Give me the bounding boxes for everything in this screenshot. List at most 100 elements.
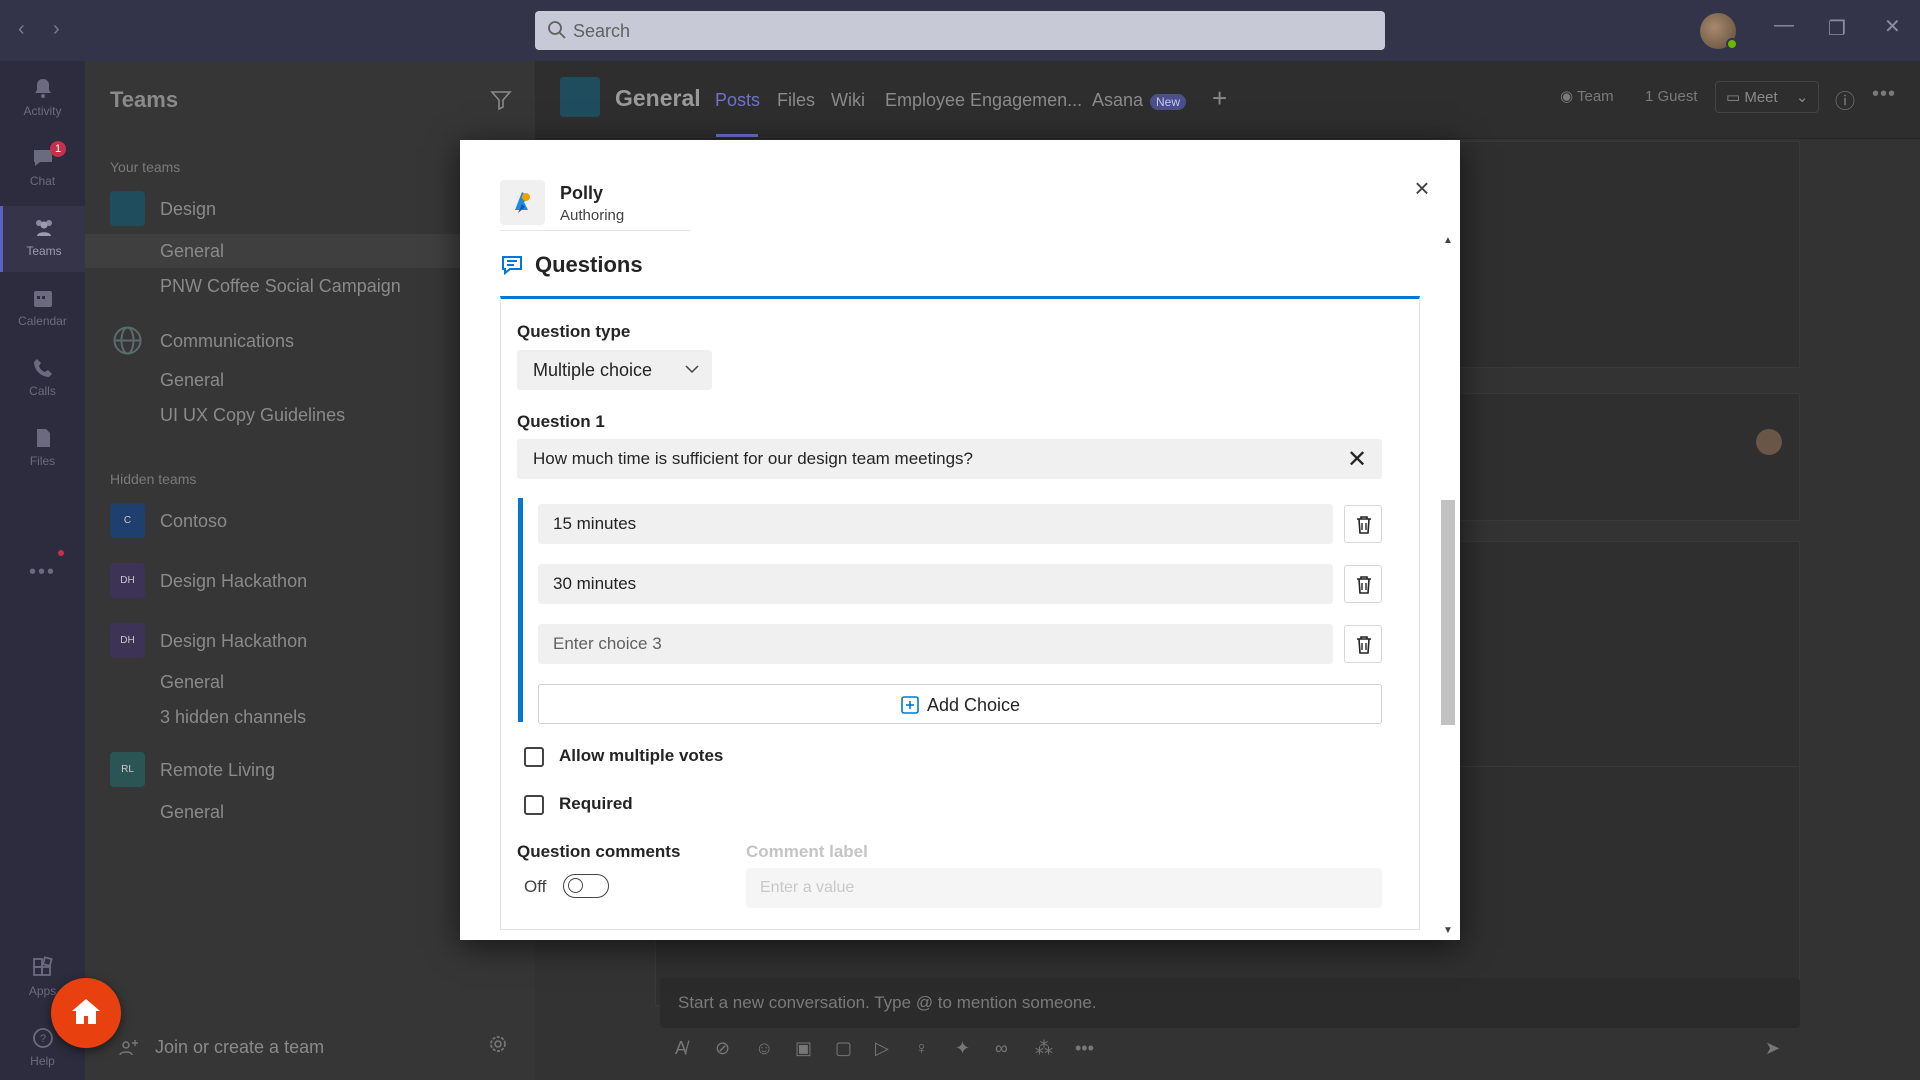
- delete-choice-button[interactable]: [1344, 625, 1382, 663]
- help-icon: ?: [32, 1028, 53, 1048]
- channel-header: General Posts Files Wiki Employee Engage…: [535, 61, 1920, 139]
- chat-badge: 1: [50, 141, 66, 157]
- toggle-state-label: Off: [524, 877, 547, 896]
- meet-now-icon[interactable]: ▷: [875, 1038, 897, 1060]
- loop-icon[interactable]: ∞: [995, 1038, 1017, 1060]
- rail-item-calendar[interactable]: Calendar: [0, 276, 85, 342]
- choice-value: 30 minutes: [553, 574, 637, 593]
- choice-value: 15 minutes: [553, 514, 637, 533]
- rail-item-chat[interactable]: 1 Chat: [0, 136, 85, 202]
- compose-placeholder: Start a new conversation. Type @ to ment…: [678, 993, 1097, 1012]
- svg-text:?: ?: [39, 1033, 45, 1045]
- attach-icon[interactable]: ⊘: [715, 1038, 737, 1060]
- question-text-input[interactable]: How much time is sufficient for our desi…: [517, 439, 1382, 479]
- filter-icon[interactable]: [490, 89, 512, 111]
- title-bar: ‹ › Search — ❐ ✕: [0, 0, 1920, 61]
- channel-title: General: [615, 85, 701, 111]
- tab-employee-engagement[interactable]: Employee Engagemen...: [885, 90, 1082, 111]
- scrollbar-thumb[interactable]: [1441, 500, 1455, 725]
- praise-icon[interactable]: ♀: [915, 1038, 937, 1060]
- more-options-icon[interactable]: •••: [1872, 83, 1896, 106]
- channel-avatar: [560, 77, 600, 117]
- join-create-team-link[interactable]: Join or create a team: [155, 1037, 324, 1058]
- question-comments-toggle[interactable]: [563, 874, 609, 898]
- delete-choice-button[interactable]: [1344, 505, 1382, 543]
- choice-input-2[interactable]: 30 minutes: [538, 564, 1333, 604]
- team-name: Contoso: [160, 511, 228, 531]
- teams-panel-footer: Join or create a team: [85, 1015, 535, 1080]
- more-icon[interactable]: •••: [1075, 1038, 1097, 1060]
- allow-multiple-votes-checkbox[interactable]: [524, 747, 544, 767]
- avatar: [1756, 429, 1782, 455]
- compose-box[interactable]: Start a new conversation. Type @ to ment…: [660, 978, 1800, 1028]
- format-icon[interactable]: A̸: [675, 1038, 697, 1060]
- rail-item-teams[interactable]: Teams: [0, 206, 85, 272]
- team-visibility[interactable]: ◉ Team: [1550, 81, 1624, 113]
- back-arrow-icon[interactable]: ‹: [18, 18, 25, 41]
- close-window-icon[interactable]: ✕: [1884, 14, 1901, 39]
- question-comments-label: Question comments: [517, 842, 681, 861]
- apps-icon[interactable]: ⁂: [1035, 1038, 1057, 1060]
- scroll-down-arrow-icon[interactable]: ▼: [1443, 925, 1453, 936]
- rail-item-calls[interactable]: Calls: [0, 346, 85, 412]
- polly-logo-icon: [515, 192, 530, 213]
- tab-posts[interactable]: Posts: [715, 90, 760, 111]
- question-type-value: Multiple choice: [533, 360, 653, 380]
- meet-button[interactable]: ▭ Meet ⌄: [1715, 81, 1820, 113]
- restore-icon[interactable]: ❐: [1828, 16, 1846, 41]
- forward-arrow-icon[interactable]: ›: [53, 18, 60, 41]
- home-button[interactable]: [51, 978, 121, 1048]
- polly-icon[interactable]: ✦: [955, 1038, 977, 1060]
- question-panel: [500, 296, 1420, 930]
- tab-wiki[interactable]: Wiki: [831, 90, 865, 111]
- minimize-icon[interactable]: —: [1774, 14, 1794, 37]
- video-camera-icon: ▭: [1726, 89, 1745, 106]
- add-choice-button[interactable]: Add Choice: [538, 684, 1382, 724]
- team-avatar: C: [110, 503, 145, 538]
- choice-input-3[interactable]: Enter choice 3: [538, 624, 1333, 664]
- team-name: Communications: [160, 331, 295, 351]
- apps-icon: [32, 956, 53, 976]
- rail-item-files[interactable]: Files: [0, 416, 85, 482]
- teams-icon: [36, 220, 52, 236]
- more-apps-icon[interactable]: •••: [0, 561, 85, 584]
- add-tab-icon[interactable]: +: [1212, 83, 1227, 114]
- team-avatar: DH: [110, 623, 145, 658]
- tab-files[interactable]: Files: [777, 90, 815, 111]
- hidden-teams-label: Hidden teams: [110, 471, 197, 487]
- app-subtitle: Authoring: [560, 207, 625, 224]
- delete-choice-button[interactable]: [1344, 565, 1382, 603]
- required-checkbox[interactable]: [524, 795, 544, 815]
- gif-icon[interactable]: ▣: [795, 1038, 817, 1060]
- emoji-icon[interactable]: ☺: [755, 1038, 777, 1060]
- team-avatar: RL: [110, 752, 145, 787]
- info-icon[interactable]: ⓘ: [1835, 85, 1855, 114]
- rail-item-activity[interactable]: Activity: [0, 66, 85, 132]
- questions-icon: [502, 256, 522, 276]
- trash-icon: [1357, 636, 1371, 654]
- choice-placeholder: Enter choice 3: [553, 634, 662, 653]
- app-name: Polly: [560, 183, 604, 203]
- guest-count[interactable]: 1 Guest: [1635, 81, 1708, 113]
- clear-question-icon[interactable]: ✕: [1347, 445, 1367, 474]
- polly-dialog: Polly Authoring × Questions Question typ…: [460, 140, 1460, 940]
- sticker-icon[interactable]: ▢: [835, 1038, 857, 1060]
- choice-input-1[interactable]: 15 minutes: [538, 504, 1333, 544]
- question-label: Question 1: [517, 412, 605, 431]
- scroll-up-arrow-icon[interactable]: ▲: [1443, 235, 1453, 246]
- tab-asana[interactable]: Asana: [1092, 90, 1143, 111]
- search-input[interactable]: Search: [535, 11, 1385, 50]
- question-type-dropdown[interactable]: Multiple choice: [517, 350, 712, 390]
- comment-label-input[interactable]: Enter a value: [746, 868, 1382, 908]
- choices-accent-bar: [518, 498, 523, 722]
- chevron-down-icon: [685, 365, 699, 374]
- search-icon: [548, 21, 566, 39]
- team-name: Design Hackathon: [160, 571, 308, 591]
- add-icon: [901, 696, 919, 714]
- gear-icon[interactable]: [487, 1033, 509, 1055]
- send-icon[interactable]: ➤: [1765, 1038, 1787, 1060]
- toggle-knob: [568, 878, 583, 893]
- team-avatar: [110, 191, 145, 226]
- close-dialog-button[interactable]: ×: [1410, 175, 1434, 201]
- section-title: Questions: [535, 252, 643, 277]
